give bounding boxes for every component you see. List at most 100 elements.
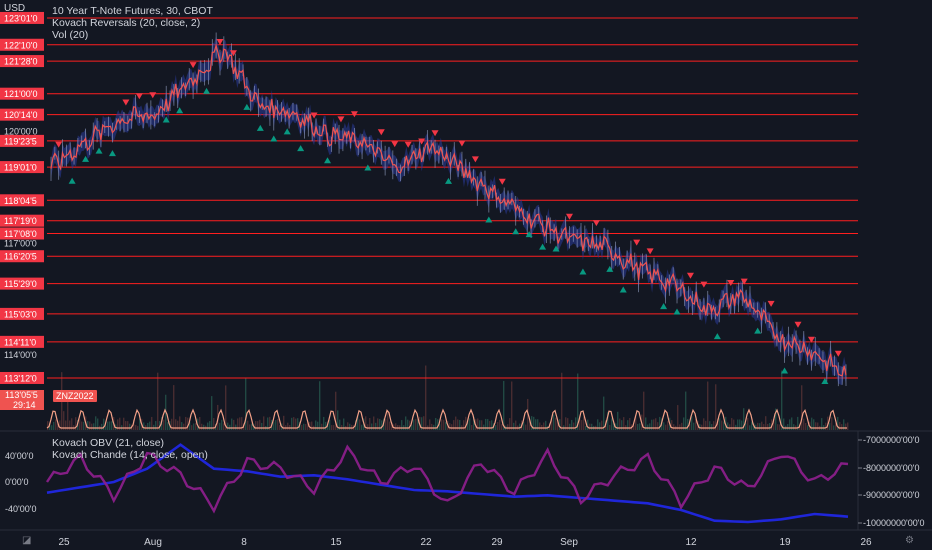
y-tick-label: 123'01'0 — [4, 13, 37, 23]
volume-bar — [603, 396, 605, 430]
y-tick-label: 119'23'5 — [4, 136, 37, 146]
up-arrow-marker — [203, 87, 211, 94]
volume-bar — [531, 416, 533, 430]
up-arrow-marker — [713, 333, 721, 340]
volume-bar — [715, 384, 717, 430]
volume-bar — [81, 421, 83, 430]
volume-bar — [153, 424, 155, 430]
volume-bar — [497, 421, 499, 430]
volume-bar — [817, 422, 819, 430]
volume-bar — [617, 411, 619, 430]
volume-bar — [801, 385, 803, 430]
price-band — [51, 36, 846, 386]
legend-kovach-reversals[interactable]: Kovach Reversals (20, close, 2) — [52, 17, 200, 29]
volume-bar — [229, 424, 231, 430]
volume-bar — [191, 425, 193, 430]
chart-title[interactable]: 10 Year T-Note Futures, 30, CBOT — [52, 5, 213, 17]
up-arrow-marker — [512, 228, 520, 235]
volume-bar — [207, 422, 209, 430]
volume-bar — [111, 421, 113, 430]
tradingview-logo-icon[interactable]: ◪ — [22, 535, 31, 546]
volume-bar — [157, 372, 159, 430]
volume-bar — [495, 425, 497, 430]
y-tick-label: 114'11'0 — [4, 337, 36, 347]
chart-canvas[interactable]: 123'01'0 122'10'0 121'28'0 121'00'0 120'14'0… — [0, 0, 932, 550]
up-arrow-marker — [95, 147, 103, 154]
volume-bar — [543, 422, 545, 430]
volume-bar — [221, 419, 223, 430]
volume-bar — [761, 421, 763, 430]
gear-icon[interactable]: ⚙ — [905, 535, 914, 546]
y-tick-label: 113'12'0 — [4, 373, 37, 383]
y-tick-label: 114'00'0 — [4, 350, 37, 360]
volume-bar — [93, 423, 95, 430]
up-arrow-marker — [754, 327, 762, 334]
horizontal-levels-layer — [47, 17, 858, 379]
lower-left-tick: 40'00'0 — [5, 451, 33, 461]
down-arrow-marker — [189, 62, 197, 69]
volume-bar — [757, 422, 759, 430]
tradingview-chart[interactable]: 123'01'0 122'10'0 121'28'0 121'00'0 120'14'0… — [0, 0, 932, 550]
volume-bar — [319, 381, 321, 430]
volume-layer — [46, 365, 849, 430]
volume-bar — [173, 385, 175, 430]
volume-bar — [439, 424, 441, 430]
legend-vol[interactable]: Vol (20) — [52, 29, 88, 41]
volume-bar — [55, 419, 57, 430]
volume-bar — [729, 424, 731, 430]
volume-bar — [723, 421, 725, 430]
volume-bar — [107, 421, 109, 430]
volume-bar — [643, 391, 645, 430]
volume-bar — [371, 423, 373, 430]
volume-bar — [679, 424, 681, 430]
volume-bar — [685, 391, 687, 430]
volume-bar — [449, 423, 451, 430]
volume-bar — [539, 422, 541, 430]
volume-bar — [101, 423, 103, 430]
volume-bar — [469, 418, 471, 430]
volume-bar — [311, 421, 313, 430]
volume-bar — [163, 419, 165, 430]
volume-bar — [167, 422, 169, 430]
volume-bar — [137, 425, 139, 430]
volume-bar — [125, 421, 127, 430]
volume-bar — [721, 420, 723, 430]
volume-bar — [181, 422, 183, 430]
volume-bar — [693, 422, 695, 430]
volume-bar — [701, 424, 703, 430]
volume-bar — [663, 422, 665, 430]
up-arrow-marker — [324, 157, 332, 164]
up-arrow-marker — [445, 177, 452, 184]
down-arrow-marker — [592, 220, 600, 227]
volume-bar — [79, 419, 81, 430]
volume-bar — [367, 424, 369, 430]
up-arrow-marker — [270, 135, 278, 142]
volume-bar — [709, 421, 711, 430]
volume-bar — [193, 423, 195, 430]
up-arrow-marker — [660, 303, 668, 310]
x-tick-label: Sep — [560, 537, 578, 548]
volume-bar — [247, 420, 249, 430]
current-price-label: 113'05'5 — [5, 390, 38, 400]
lower-right-tick: -10000000'00'0 — [863, 518, 925, 528]
volume-bar — [711, 424, 713, 430]
volume-bar — [803, 418, 805, 430]
volume-bar — [257, 421, 259, 430]
legend-kovach-obv[interactable]: Kovach OBV (21, close) — [52, 437, 164, 449]
volume-bar — [705, 420, 707, 430]
volume-bar — [499, 419, 501, 430]
volume-bar — [639, 423, 641, 430]
x-tick-label: 15 — [330, 537, 342, 548]
lower-right-tick: -7000000'00'0 — [863, 435, 920, 445]
down-arrow-marker — [727, 280, 735, 287]
x-tick-label: 25 — [58, 537, 70, 548]
y-tick-label: 115'29'0 — [4, 279, 37, 289]
volume-bar — [443, 419, 445, 430]
volume-bar — [779, 424, 781, 430]
volume-bar — [561, 372, 563, 430]
volume-bar — [767, 423, 769, 430]
legend-kovach-chande[interactable]: Kovach Chande (14, close, open) — [52, 449, 208, 461]
volume-bar — [143, 422, 145, 430]
volume-bar — [781, 370, 783, 430]
volume-bar — [147, 422, 149, 430]
